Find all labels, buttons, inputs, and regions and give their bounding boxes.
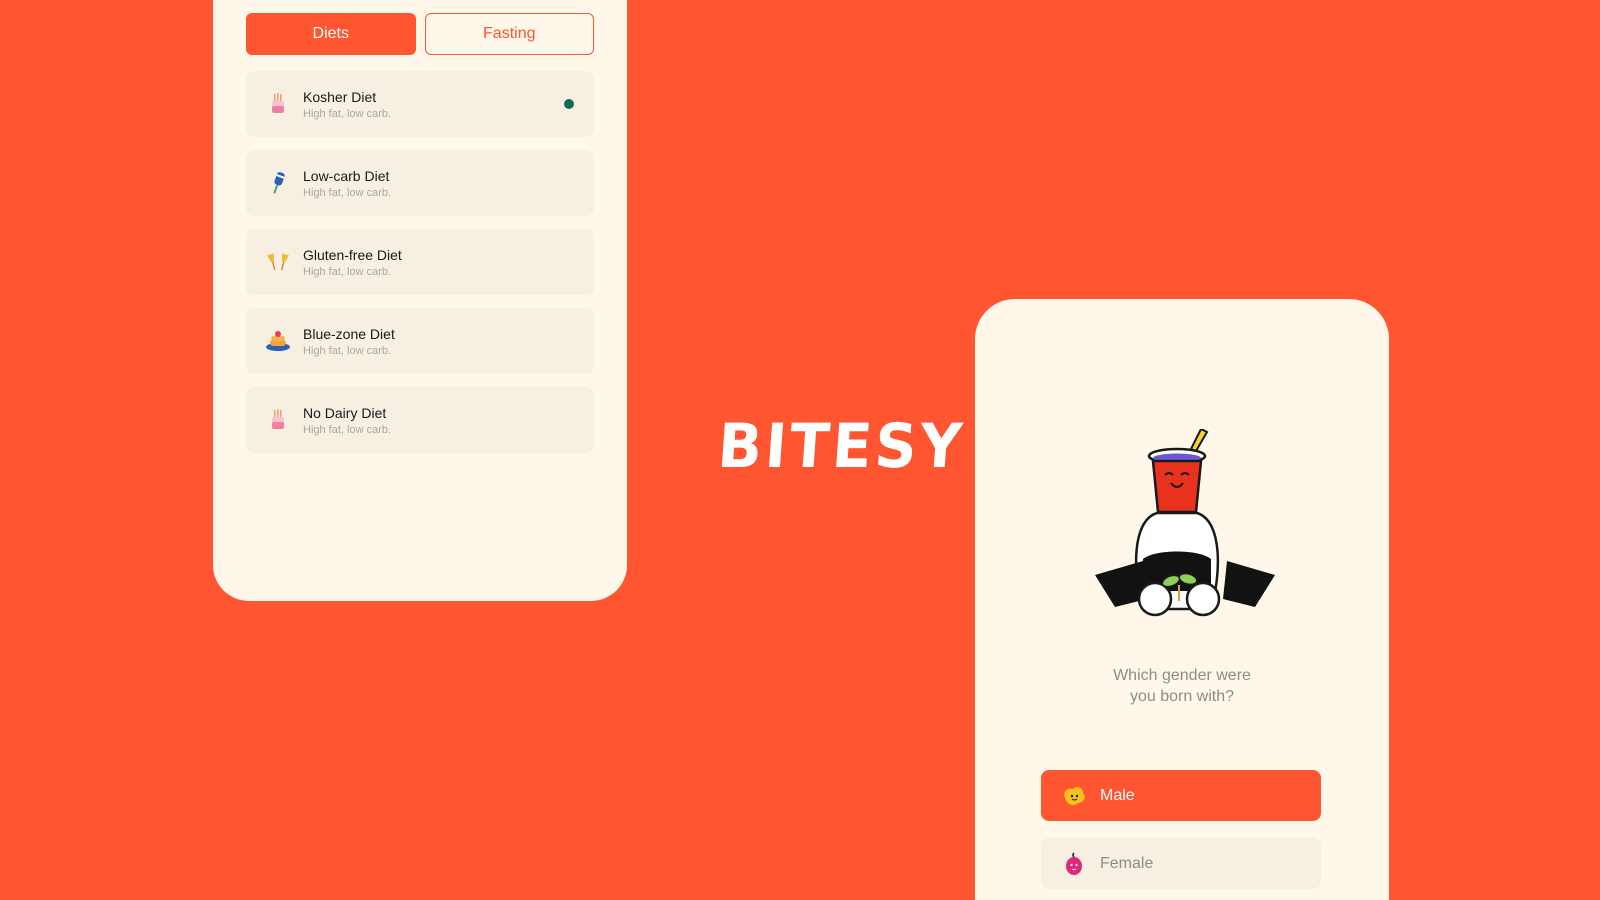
pancakes-icon — [264, 327, 292, 355]
diet-title: Low-carb Diet — [303, 167, 390, 184]
gender-option-male[interactable]: Male — [1041, 770, 1321, 821]
diet-title: Blue-zone Diet — [303, 325, 395, 342]
diet-subtitle: High fat, low carb. — [303, 186, 392, 199]
pink-berry-icon — [1061, 851, 1087, 877]
diet-item-kosher[interactable]: Kosher Diet High fat, low carb. — [246, 71, 594, 137]
gender-option-female[interactable]: Female — [1041, 838, 1321, 889]
selected-indicator — [564, 99, 574, 109]
cup-mascot-illustration — [1095, 429, 1275, 617]
tab-bar: Diets Fasting — [246, 13, 594, 55]
yellow-blob-icon — [1061, 783, 1087, 809]
gender-question-screen: Which gender were you born with? Male Fe… — [975, 299, 1389, 900]
question-line-1: Which gender were — [1113, 667, 1251, 684]
diet-item-gluten-free[interactable]: Gluten-free Diet High fat, low carb. — [246, 229, 594, 295]
tab-diets[interactable]: Diets — [246, 13, 416, 55]
bitesy-logo: BITESY — [715, 410, 968, 482]
diet-list: Kosher Diet High fat, low carb. Low-carb… — [246, 71, 594, 453]
diet-title: Kosher Diet — [303, 88, 377, 105]
question-line-2: you born with? — [1129, 688, 1235, 705]
cake-icon — [264, 406, 292, 434]
gender-question: Which gender were you born with? — [975, 665, 1389, 707]
diet-subtitle: High fat, low carb. — [303, 423, 392, 436]
diet-item-low-carb[interactable]: Low-carb Diet High fat, low carb. — [246, 150, 594, 216]
diet-subtitle: High fat, low carb. — [303, 265, 392, 278]
diet-selection-screen: Diets Fasting Kosher Diet High fat, low … — [213, 0, 627, 601]
diet-item-blue-zone[interactable]: Blue-zone Diet High fat, low carb. — [246, 308, 594, 374]
diet-title: No Dairy Diet — [303, 404, 387, 421]
gender-label: Female — [1100, 854, 1154, 872]
diet-subtitle: High fat, low carb. — [303, 344, 392, 357]
tab-fasting[interactable]: Fasting — [424, 13, 594, 55]
glasses-icon — [264, 248, 292, 276]
diet-item-no-dairy[interactable]: No Dairy Diet High fat, low carb. — [246, 387, 594, 453]
gender-label: Male — [1100, 786, 1135, 804]
diet-subtitle: High fat, low carb. — [303, 107, 392, 120]
cake-icon — [264, 90, 292, 118]
diet-title: Gluten-free Diet — [303, 246, 402, 263]
popsicle-icon — [264, 169, 292, 197]
